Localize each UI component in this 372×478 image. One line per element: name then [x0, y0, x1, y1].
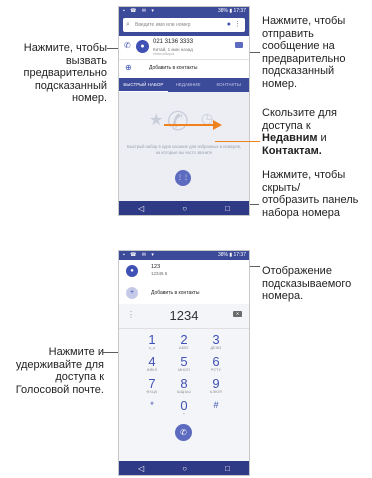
key-5[interactable]: 5 МНОП — [170, 355, 198, 372]
key-7[interactable]: 7 ФХЦЧ — [138, 377, 166, 394]
suggested-number: 021 3136 3333 — [153, 39, 194, 45]
callout-call-suggested: Нажмите, чтобы вызвать предварительно по… — [23, 42, 107, 104]
key-8[interactable]: 8 ШЩЪЫ — [170, 377, 198, 394]
callout-message-suggested: Нажмите, чтобы отправить сообщение на пр… — [262, 15, 346, 90]
suggested-contact-row[interactable]: ● 123 12345 6 — [119, 260, 249, 282]
callout-suggested-display: Отображение подсказываемого номера. — [262, 265, 352, 302]
key-hash[interactable]: # — [202, 399, 230, 412]
search-area: ⌕ Введите имя или номер ● ⋮ — [119, 16, 249, 36]
empty-state: ★ ✆ ◷ Быстрый набор в одно касание для и… — [119, 92, 249, 187]
contact-avatar: ● — [126, 265, 138, 277]
add-contact-row-2[interactable]: + Добавить в контакты — [119, 282, 249, 305]
phone-screen-dialpad: ▪ ☎ ✉ ▾ 38% ▮ 17:37 ● 123 12345 6 + Доба… — [118, 250, 250, 476]
key-6[interactable]: 6 РСТУ — [202, 355, 230, 372]
nav-bar-2: ◁ ○ □ — [119, 461, 249, 475]
key-2[interactable]: 2 АБВГ — [170, 333, 198, 350]
tab-recent[interactable]: НЕДАВНИЕ — [168, 78, 209, 92]
leader-swipe — [215, 141, 260, 142]
callout-voicemail: Нажмите и удерживайте для доступа к Голо… — [15, 346, 104, 396]
empty-text: Быстрый набор в одно касание для избранн… — [126, 144, 242, 155]
phone-screen-dialer: ▪ ☎ ✉ ▾ 38% ▮ 17:37 ⌕ Введите имя или но… — [118, 6, 250, 216]
add-contact-label: Добавить в контакты — [149, 65, 198, 71]
tab-speed-dial[interactable]: БЫСТРЫЙ НАБОР — [119, 78, 168, 92]
message-icon[interactable] — [235, 42, 243, 48]
more-icon[interactable]: ⋮ — [234, 18, 241, 32]
callout-swipe-prefix: Скользите для доступа к — [262, 107, 337, 132]
key-1[interactable]: 1 o_o — [138, 333, 166, 350]
call-button[interactable]: ✆ — [175, 424, 192, 441]
nav-bar: ◁ ○ □ — [119, 201, 249, 215]
add-person-icon: ⊕ — [125, 63, 132, 72]
callout-swipe: Скользите для доступа к Недавним и Конта… — [262, 107, 368, 157]
key-3[interactable]: 3 ДЕЖЗ — [202, 333, 230, 350]
tab-contacts[interactable]: КОНТАКТЫ — [208, 78, 249, 92]
typed-number: 1234 — [169, 308, 199, 323]
contact-number: 12345 6 — [151, 271, 168, 276]
status-bar-2: ▪ ☎ ✉ ▾ 38% ▮ 17:37 — [119, 251, 249, 260]
call-icon[interactable]: ✆ — [124, 41, 131, 50]
add-contact-row[interactable]: ⊕ Добавить в контакты — [119, 60, 249, 78]
star-icon: ★ — [149, 112, 164, 129]
phone-icon: ✆ — [167, 106, 189, 136]
key-0[interactable]: 0 + — [170, 399, 198, 416]
key-9[interactable]: 9 ЬЭЮЯ — [202, 377, 230, 394]
key-4[interactable]: 4 ИЙКЛ — [138, 355, 166, 372]
home-icon[interactable]: ○ — [182, 204, 187, 213]
add-person-icon-2: + — [126, 287, 138, 299]
status-bar: ▪ ☎ ✉ ▾ 38% ▮ 17:37 — [119, 7, 249, 16]
dialpad-button[interactable]: ⋮⋮ — [175, 170, 191, 186]
back-icon[interactable]: ◁ — [138, 204, 144, 213]
backspace-icon[interactable]: ✕ — [233, 311, 242, 317]
suggested-row[interactable]: ✆ ● 021 3136 3333 Китай, 1 мин назад Нов… — [119, 36, 249, 60]
contact-name: 123 — [151, 264, 161, 270]
mic-icon[interactable]: ● — [227, 18, 231, 32]
callout-dialpad-toggle: Нажмите, чтобы скрыть/ отобразить панель… — [262, 169, 359, 219]
back-icon-2[interactable]: ◁ — [138, 464, 144, 473]
swipe-arrow-head — [213, 120, 222, 130]
recents-icon-2[interactable]: □ — [225, 464, 230, 473]
number-display: ⋮ 1234 ✕ — [119, 304, 249, 329]
suggested-sub: Новосибирск — [153, 52, 175, 56]
home-icon-2[interactable]: ○ — [182, 464, 187, 473]
add-contact-label-2: Добавить в контакты — [151, 290, 200, 296]
callout-swipe-contacts: Контактам. — [262, 144, 322, 157]
callout-swipe-recent: Недавним — [262, 132, 318, 144]
swipe-arrow — [164, 124, 214, 126]
search-icon: ⌕ — [126, 21, 130, 28]
recents-icon[interactable]: □ — [225, 204, 230, 213]
dialpad-area: ⋮ 1234 ✕ 1 o_o 2 АБВГ 3 ДЕЖЗ 4 ИЙКЛ 5 МНОП 6Р… — [119, 304, 249, 461]
callout-swipe-and: и — [317, 132, 327, 144]
key-star[interactable]: * — [138, 399, 166, 412]
avatar: ● — [136, 40, 149, 53]
tabs: БЫСТРЫЙ НАБОР НЕДАВНИЕ КОНТАКТЫ — [119, 78, 249, 92]
keypad: 1 o_o 2 АБВГ 3 ДЕЖЗ 4 ИЙКЛ 5 МНОП 6 РСТУ 7 ФХЦЧ… — [119, 329, 249, 449]
search-input[interactable]: ⌕ Введите имя или номер ● ⋮ — [123, 18, 245, 32]
